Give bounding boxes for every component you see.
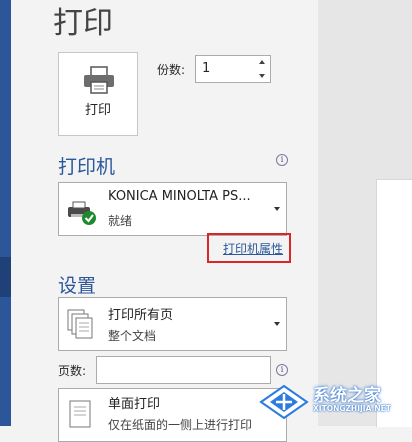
watermark-subtext: XITONGZHIJIA.NET: [313, 404, 391, 413]
sides-subtitle: 仅在纸面的一侧上进行打印: [108, 418, 253, 432]
chevron-up-icon[interactable]: [259, 60, 265, 64]
print-range-dropdown[interactable]: 打印所有页 整个文档: [58, 297, 287, 351]
page-title: 打印: [53, 6, 113, 41]
printer-properties-link[interactable]: 打印机属性: [207, 233, 291, 263]
watermark: 系统之家 XITONGZHIJIA.NET: [255, 378, 412, 426]
backstage-sidebar: [0, 0, 11, 426]
print-range-title: 打印所有页: [108, 308, 174, 323]
printer-properties-label[interactable]: 打印机属性: [223, 240, 283, 257]
chevron-down-icon[interactable]: [274, 207, 280, 211]
print-button[interactable]: 打印: [58, 52, 138, 136]
pages-label: 页数:: [58, 364, 87, 378]
printer-status: 就绪: [108, 214, 133, 228]
copies-label: 份数:: [157, 63, 186, 77]
info-icon[interactable]: i: [276, 154, 288, 166]
copies-value[interactable]: 1: [202, 61, 210, 76]
settings-section-title: 设置: [58, 275, 97, 297]
print-range-subtitle: 整个文档: [108, 329, 157, 343]
print-button-label: 打印: [84, 103, 111, 118]
info-icon[interactable]: i: [276, 364, 288, 376]
pages-icon: [67, 309, 93, 339]
printer-dropdown[interactable]: KONICA MINOLTA PS... 就绪: [58, 182, 287, 236]
printer-name: KONICA MINOLTA PS...: [108, 189, 251, 204]
printer-status-icon: [68, 201, 96, 225]
watermark-text: 系统之家: [313, 386, 381, 406]
pages-input[interactable]: [96, 356, 271, 384]
printer-section-title: 打印机: [58, 156, 116, 178]
chevron-down-icon[interactable]: [259, 74, 265, 78]
copies-stepper[interactable]: 1: [195, 55, 271, 83]
chevron-down-icon[interactable]: [274, 322, 280, 326]
sidebar-selected-item[interactable]: [0, 257, 11, 297]
watermark-logo-icon: [259, 384, 309, 420]
sides-dropdown[interactable]: 单面打印 仅在纸面的一侧上进行打印: [58, 388, 287, 442]
printer-icon: [84, 66, 114, 94]
sides-title: 单面打印: [108, 397, 161, 412]
